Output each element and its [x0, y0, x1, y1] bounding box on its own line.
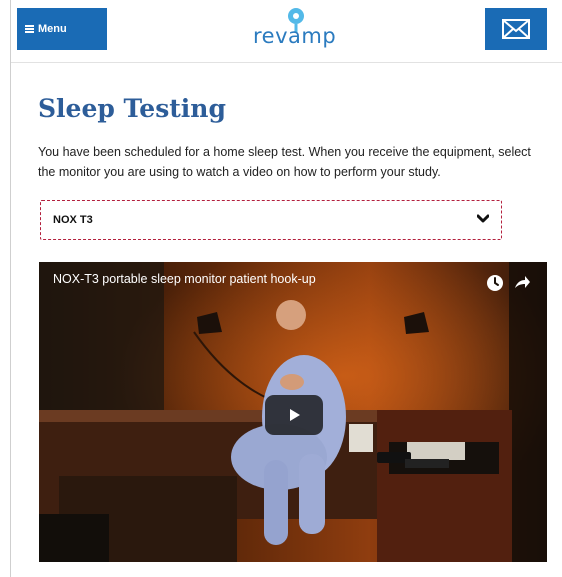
- play-button[interactable]: [265, 395, 323, 435]
- menu-button[interactable]: Menu: [17, 8, 107, 50]
- logo-text: revamp: [253, 24, 337, 48]
- monitor-select[interactable]: NOX T3: [40, 200, 502, 240]
- page-title: Sleep Testing: [38, 94, 226, 123]
- page-frame: Menu revamp Sleep Testing You have been …: [10, 0, 562, 577]
- monitor-select-value: NOX T3: [53, 214, 93, 226]
- revamp-logo[interactable]: revamp: [245, 4, 345, 54]
- video-title: NOX-T3 portable sleep monitor patient ho…: [53, 272, 316, 286]
- hamburger-icon: [25, 25, 34, 33]
- share-icon[interactable]: [513, 274, 531, 292]
- video-player[interactable]: NOX-T3 portable sleep monitor patient ho…: [39, 262, 547, 562]
- menu-label: Menu: [38, 23, 67, 35]
- clock-icon[interactable]: [486, 274, 504, 292]
- play-icon: [290, 409, 300, 421]
- envelope-icon: [502, 19, 530, 39]
- chevron-down-icon: [477, 214, 489, 223]
- contact-button[interactable]: [485, 8, 547, 50]
- top-navigation: Menu revamp: [11, 0, 562, 63]
- intro-text: You have been scheduled for a home sleep…: [38, 145, 531, 179]
